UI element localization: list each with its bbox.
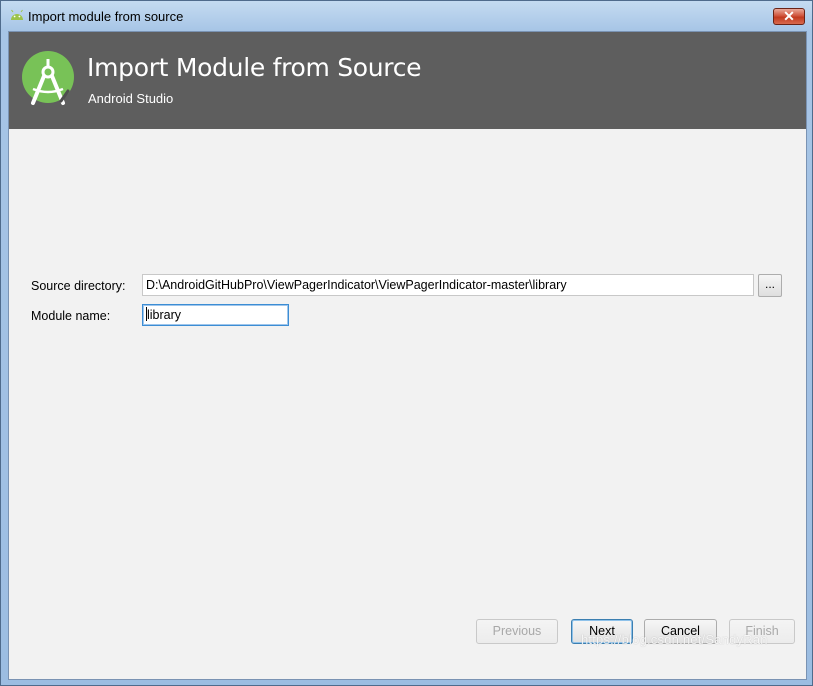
module-name-label: Module name: (31, 309, 111, 323)
source-directory-label: Source directory: (31, 279, 126, 293)
android-icon (11, 9, 23, 20)
dialog-content: Import Module from Source Android Studio… (8, 31, 807, 680)
close-button[interactable]: ✕ (773, 8, 805, 25)
android-studio-icon (22, 51, 74, 105)
module-name-field[interactable]: library (142, 304, 289, 326)
page-subtitle: Android Studio (88, 91, 174, 106)
wizard-header: Import Module from Source Android Studio (9, 32, 806, 129)
close-icon: ✕ (783, 8, 795, 24)
source-directory-field[interactable]: D:\AndroidGitHubPro\ViewPagerIndicator\V… (142, 274, 754, 296)
dialog-window: Import module from source ✕ Import Modul… (0, 0, 813, 686)
page-title: Import Module from Source (87, 53, 422, 82)
window-title: Import module from source (28, 9, 184, 24)
browse-button[interactable]: ... (758, 274, 782, 297)
title-bar[interactable]: Import module from source ✕ (1, 1, 812, 31)
module-name-value: library (147, 308, 182, 322)
watermark-text: https://blog.csdn.net/SandyRan (581, 632, 768, 647)
source-directory-value: D:\AndroidGitHubPro\ViewPagerIndicator\V… (146, 278, 567, 292)
previous-button[interactable]: Previous (476, 619, 558, 644)
